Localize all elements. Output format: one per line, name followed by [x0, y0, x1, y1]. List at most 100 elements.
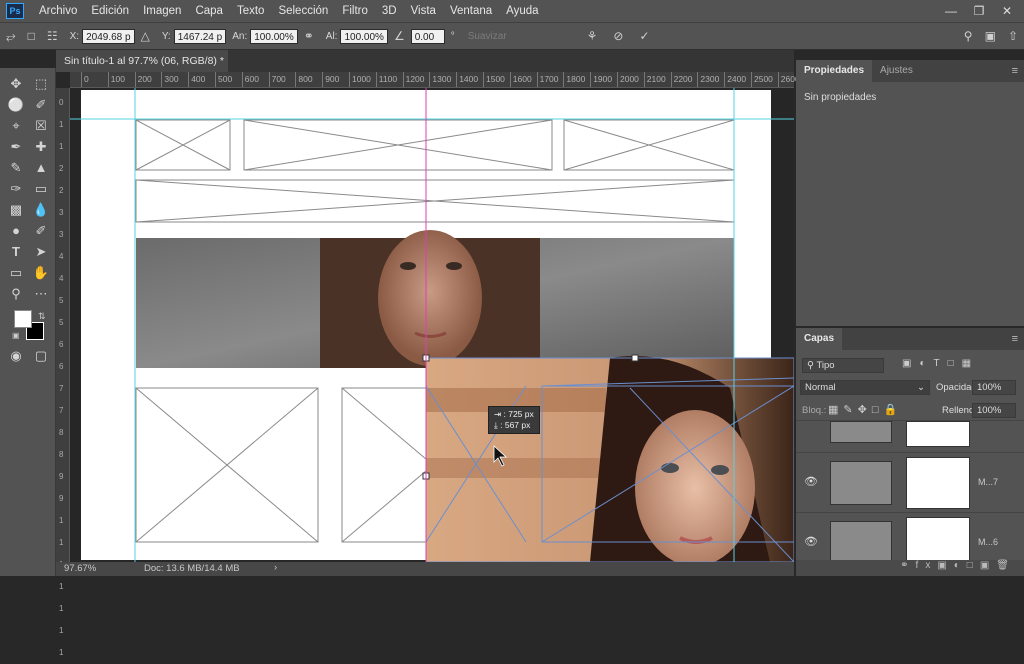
tab-capas[interactable]: Capas — [796, 328, 843, 350]
marquee-tool-icon[interactable]: ⬚ — [30, 74, 52, 94]
status-menu-arrow-icon[interactable]: › — [274, 562, 277, 573]
tools-panel: ✥ ⬚ ⚪ ✐ ⌖ ☒ ✒ ✚ ✎ ▲ ✑ ▭ ▩ 💧 ● ✐ T ➤ ▭ ✋ … — [0, 68, 56, 576]
menu-seleccion[interactable]: Selección — [271, 0, 335, 22]
layer-filter-icons[interactable]: ▣◐T□▦ — [902, 358, 979, 369]
ruler-tick-label: 2200 — [670, 72, 693, 87]
default-colors-icon[interactable]: ▣ — [12, 331, 20, 340]
menu-vista[interactable]: Vista — [404, 0, 443, 22]
layers-menu-icon[interactable]: ≡ — [1012, 328, 1024, 350]
fill-field[interactable]: 100% — [972, 403, 1016, 418]
ruler-tick-label: 1600 — [509, 72, 532, 87]
ruler-tick-label: 1100 — [375, 72, 398, 87]
ruler-tick-label: 400 — [188, 72, 206, 87]
x-position-field[interactable]: 2049.68 p — [82, 28, 135, 44]
menu-capa[interactable]: Capa — [188, 0, 230, 22]
opacity-field[interactable]: 100% — [972, 380, 1016, 395]
layer-row[interactable]: 👁 M...7 — [796, 452, 1024, 512]
blend-mode-select[interactable]: Normal ⌄ — [800, 380, 930, 395]
frame-tool-icon[interactable]: ☒ — [30, 116, 52, 136]
cancel-transform-icon[interactable]: ⊘ — [613, 29, 623, 43]
ruler-tick-label: 100 — [107, 72, 125, 87]
ruler-tick-label: 2500 — [751, 72, 773, 87]
menu-archivo[interactable]: Archivo — [32, 0, 84, 22]
smooth-checkbox-label[interactable]: Suavizar — [468, 31, 507, 42]
healing-brush-tool-icon[interactable]: ✚ — [30, 137, 52, 157]
delta-icon[interactable]: △ — [141, 29, 150, 43]
more-tools-icon[interactable]: ⋯ — [30, 284, 52, 304]
ruler-tick-label: 2000 — [617, 72, 639, 87]
visibility-eye-icon[interactable]: 👁 — [804, 475, 818, 488]
layer-row[interactable] — [796, 420, 1024, 452]
layer-name[interactable]: M...6 — [978, 537, 998, 547]
placeholder-banner — [135, 179, 735, 223]
quick-select-tool-icon[interactable]: ✐ — [30, 95, 52, 115]
vertical-ruler: 0 1 1 2 2 3 3 4 4 5 5 6 6 7 7 8 8 9 9 1 … — [56, 88, 70, 657]
menu-ayuda[interactable]: Ayuda — [499, 0, 545, 22]
move-tool-icon[interactable]: ✥ — [5, 74, 27, 94]
tab-propiedades[interactable]: Propiedades — [796, 60, 873, 82]
clone-stamp-tool-icon[interactable]: ▲ — [30, 158, 52, 178]
horizontal-ruler: 0 100 200 300 400 500 600 700 800 900 1000 1100 1200… — [70, 72, 800, 88]
close-icon[interactable]: ✕ — [996, 2, 1018, 20]
menu-edicion[interactable]: Edición — [84, 0, 136, 22]
layer-filter-input[interactable]: ⚲ Tipo — [802, 358, 884, 373]
pen-tool-icon[interactable]: ✐ — [30, 221, 52, 241]
placeholder-box-1 — [135, 119, 231, 171]
ruler-tick-label: 2100 — [643, 72, 666, 87]
menu-3d[interactable]: 3D — [375, 0, 404, 22]
warp-mode-icon[interactable]: ⚘ — [587, 29, 598, 43]
crop-tool-icon[interactable]: ⌖ — [5, 116, 27, 136]
foreground-color-swatch[interactable] — [14, 310, 32, 328]
screen-mode-icon[interactable]: ▢ — [30, 346, 52, 366]
dodge-tool-icon[interactable]: ● — [5, 221, 27, 241]
commit-transform-icon[interactable]: ✓ — [639, 29, 649, 43]
reference-point-checkbox[interactable]: □ — [28, 29, 35, 43]
reference-point-grid-icon[interactable]: ☷ — [47, 29, 58, 43]
move-transform-icon[interactable]: ⥂ — [6, 29, 16, 44]
angle-field[interactable]: 0.00 — [410, 28, 445, 44]
workspace-icon[interactable]: ▣ — [985, 29, 996, 43]
placeholder-box-3 — [563, 119, 735, 171]
y-position-field[interactable]: 1467.24 p — [173, 28, 227, 44]
menu-texto[interactable]: Texto — [230, 0, 272, 22]
link-icon[interactable]: ⚭ — [304, 29, 314, 43]
ruler-tick-label: 0 — [81, 72, 89, 87]
path-selection-tool-icon[interactable]: ➤ — [30, 242, 52, 262]
hand-tool-icon[interactable]: ✋ — [30, 263, 52, 283]
eyedropper-tool-icon[interactable]: ✒ — [5, 137, 27, 157]
layers-panel: Capas ≡ ⚲ Tipo ▣◐T□▦ Normal ⌄ Opacidad: 1… — [796, 328, 1024, 576]
eraser-tool-icon[interactable]: ▭ — [30, 179, 52, 199]
type-tool-icon[interactable]: T — [5, 242, 27, 262]
canvas-area[interactable]: ⇥ : 725 px ⤓ : 567 px — [70, 88, 794, 562]
layer-mask-thumbnail — [906, 421, 970, 447]
zoom-level[interactable]: 97.67% — [64, 563, 96, 574]
document-tab[interactable]: Sin título-1 al 97.7% (06, RGB/8) * ✕ — [56, 50, 228, 89]
lock-icons[interactable]: ▦✎✥□🔒 — [828, 403, 902, 416]
ruler-tick-label: 1400 — [456, 72, 479, 87]
menu-ventana[interactable]: Ventana — [443, 0, 499, 22]
tab-ajustes[interactable]: Ajustes — [872, 60, 921, 82]
share-icon[interactable]: ⇧ — [1008, 29, 1018, 43]
ruler-tick-label: 500 — [214, 72, 233, 87]
layer-name[interactable]: M...7 — [978, 477, 998, 487]
chevron-down-icon: ⌄ — [917, 382, 925, 393]
menu-filtro[interactable]: Filtro — [335, 0, 375, 22]
zoom-tool-icon[interactable]: ⚲ — [5, 284, 27, 304]
gradient-tool-icon[interactable]: ▩ — [5, 200, 27, 220]
height-field[interactable]: 100.00% — [340, 28, 388, 44]
lasso-tool-icon[interactable]: ⚪ — [5, 95, 27, 115]
history-brush-tool-icon[interactable]: ✑ — [5, 179, 27, 199]
panel-menu-icon[interactable]: ≡ — [1012, 60, 1024, 82]
quick-mask-icon[interactable]: ◉ — [5, 346, 27, 366]
brush-tool-icon[interactable]: ✎ — [5, 158, 27, 178]
layers-footer-buttons[interactable]: ⚭fx▣◐□▣🗑 — [796, 560, 1024, 576]
rectangle-tool-icon[interactable]: ▭ — [5, 263, 27, 283]
search-icon[interactable]: ⚲ — [964, 29, 973, 43]
menu-imagen[interactable]: Imagen — [136, 0, 188, 22]
blur-tool-icon[interactable]: 💧 — [30, 200, 52, 220]
minimize-icon[interactable]: — — [940, 2, 962, 20]
width-field[interactable]: 100.00% — [250, 28, 298, 44]
swap-colors-icon[interactable]: ⇅ — [38, 311, 46, 322]
restore-icon[interactable]: ❐ — [968, 2, 990, 20]
visibility-eye-icon[interactable]: 👁 — [804, 535, 818, 548]
